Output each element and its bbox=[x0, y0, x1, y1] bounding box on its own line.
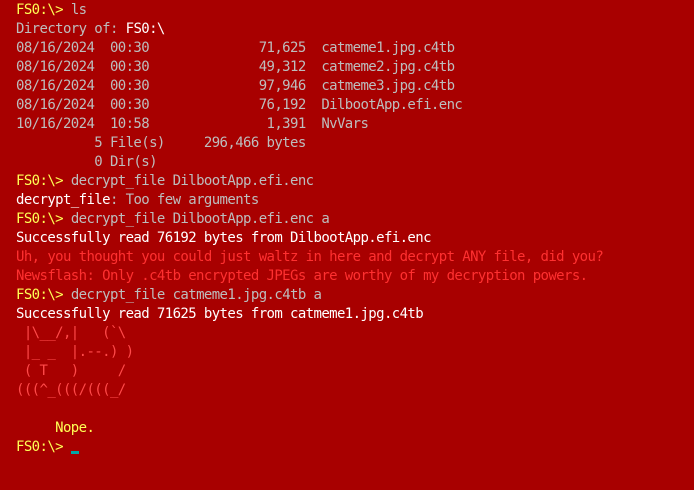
uefi-shell-terminal[interactable]: FS0:\> ls Directory of: FS0:\ 08/16/2024… bbox=[0, 0, 694, 490]
file-listing-row: 08/16/2024 00:30 76,192 DilbootApp.efi.e… bbox=[16, 97, 463, 113]
ascii-cat-art-line: ( T ) / bbox=[16, 363, 126, 379]
terminal-line-decrypt-command: FS0:\> decrypt_file catmeme1.jpg.c4tb a bbox=[0, 286, 694, 305]
file-count-summary: 5 File(s) 296,466 bytes bbox=[16, 135, 306, 151]
terminal-line-active-prompt[interactable]: FS0:\> bbox=[0, 438, 694, 457]
shell-prompt: FS0:\> bbox=[16, 211, 64, 227]
command-text: ls bbox=[62, 2, 87, 18]
file-listing-row: 08/16/2024 00:30 97,946 catmeme3.jpg.c4t… bbox=[16, 78, 455, 94]
read-success-message: Successfully read 76192 bytes from Dilbo… bbox=[16, 230, 432, 246]
shell-prompt: FS0:\> bbox=[16, 287, 64, 303]
error-source: decrypt_file bbox=[16, 192, 111, 208]
ascii-cat-art-line: |_ _ |.--.) ) bbox=[16, 344, 134, 360]
file-listing-row: 08/16/2024 00:30 49,312 catmeme2.jpg.c4t… bbox=[16, 59, 455, 75]
ascii-cat-art-line: (((^_(((/(((_/ bbox=[16, 382, 126, 398]
read-success-message: Successfully read 71625 bytes from catme… bbox=[16, 306, 424, 322]
text-cursor bbox=[70, 451, 79, 454]
error-message: : Too few arguments bbox=[109, 192, 259, 208]
file-listing-row: 08/16/2024 00:30 71,625 catmeme1.jpg.c4t… bbox=[16, 40, 455, 56]
terminal-line-decrypt-command: FS0:\> decrypt_file DilbootApp.efi.enc bbox=[0, 172, 694, 191]
nope-message: Nope. bbox=[16, 420, 95, 436]
directory-path: FS0:\ bbox=[125, 21, 166, 37]
terminal-line-directory-header: Directory of: FS0:\ bbox=[0, 20, 694, 39]
taunt-message: Newsflash: Only .c4tb encrypted JPEGs ar… bbox=[16, 268, 588, 284]
shell-prompt: FS0:\> bbox=[16, 2, 64, 18]
shell-prompt: FS0:\> bbox=[16, 439, 64, 455]
shell-prompt: FS0:\> bbox=[16, 173, 64, 189]
command-input[interactable] bbox=[63, 439, 71, 455]
command-text: decrypt_file DilbootApp.efi.enc bbox=[62, 173, 314, 189]
ascii-cat-art-line: |\__/,| (`\ bbox=[16, 325, 126, 341]
command-text: decrypt_file DilbootApp.efi.enc a bbox=[62, 211, 330, 227]
file-listing-row: 10/16/2024 10:58 1,391 NvVars bbox=[16, 116, 369, 132]
terminal-line-error: decrypt_file: Too few arguments bbox=[0, 191, 694, 210]
taunt-message: Uh, you thought you could just waltz in … bbox=[16, 249, 604, 265]
dir-count-summary: 0 Dir(s) bbox=[16, 154, 157, 170]
command-text: decrypt_file catmeme1.jpg.c4tb a bbox=[62, 287, 322, 303]
directory-label: Directory of: bbox=[16, 21, 126, 37]
terminal-line-decrypt-command: FS0:\> decrypt_file DilbootApp.efi.enc a bbox=[0, 210, 694, 229]
terminal-line-ls-command: FS0:\> ls bbox=[0, 1, 694, 20]
